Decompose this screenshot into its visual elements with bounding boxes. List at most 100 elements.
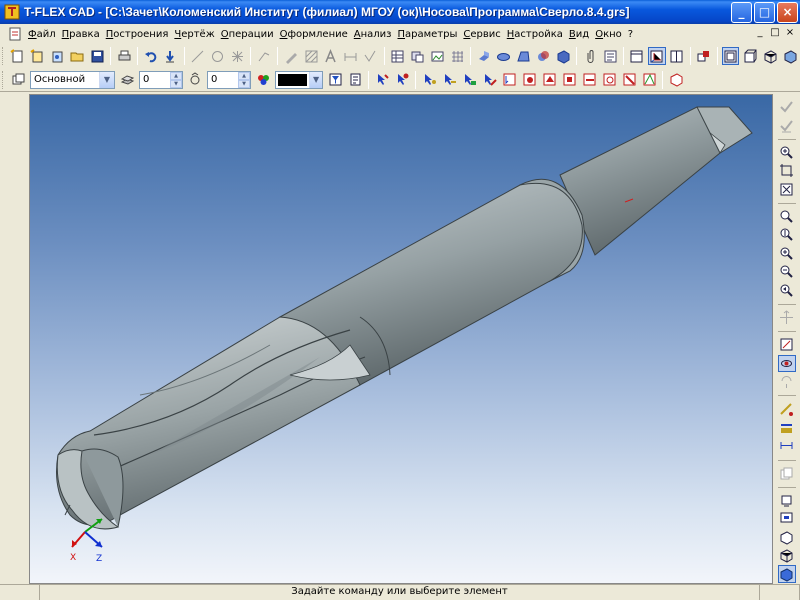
filter-3-button[interactable] [460, 71, 478, 89]
view-mode-2-button[interactable] [741, 47, 759, 65]
hidden-lines-button[interactable] [778, 529, 796, 546]
layer-icon-button[interactable] [9, 71, 27, 89]
zoom-plus-button[interactable] [778, 245, 796, 262]
fit-all-button[interactable] [778, 181, 796, 198]
doc-restore-button[interactable]: □ [769, 27, 781, 39]
save-button[interactable] [88, 47, 106, 65]
orbit-button[interactable] [777, 354, 796, 373]
menu-window[interactable]: Окно [592, 29, 625, 40]
level-spinner[interactable]: 0 ▲ ▼ [139, 70, 183, 89]
filter-6-button[interactable] [520, 71, 538, 89]
filter-settings-button[interactable] [667, 71, 685, 89]
new-2d-button[interactable] [9, 47, 27, 65]
fragment-button[interactable] [408, 47, 426, 65]
spin-down-icon[interactable]: ▼ [238, 79, 250, 88]
doc-close-button[interactable]: × [784, 27, 796, 39]
filter-8-button[interactable] [560, 71, 578, 89]
spin-up-icon[interactable]: ▲ [170, 71, 182, 80]
spin-up-icon[interactable]: ▲ [238, 71, 250, 80]
color-select[interactable]: ▼ [275, 70, 323, 89]
filter-10-button[interactable] [600, 71, 618, 89]
new-assembly-button[interactable] [49, 47, 67, 65]
drill-model[interactable]: X Z [30, 95, 773, 584]
zoom-minus-button[interactable] [778, 263, 796, 280]
menu-service[interactable]: Сервис [460, 29, 503, 40]
menu-analysis[interactable]: Анализ [351, 29, 395, 40]
measure-button[interactable] [778, 400, 796, 417]
view-mode-3-button[interactable] [761, 47, 779, 65]
3d-viewport[interactable]: X Z [29, 94, 773, 584]
import-button[interactable] [162, 47, 180, 65]
document-icon[interactable] [8, 27, 22, 41]
graphic-line-button[interactable] [282, 47, 300, 65]
model-tree-button[interactable] [695, 47, 713, 65]
doc-minimize-button[interactable]: _ [754, 27, 766, 39]
level-icon-button[interactable] [118, 71, 136, 89]
sketch-button[interactable] [255, 47, 273, 65]
chevron-down-icon[interactable]: ▼ [309, 71, 322, 88]
copy-view-button[interactable] [778, 465, 796, 482]
window-2d-button[interactable] [628, 47, 646, 65]
menu-format[interactable]: Оформление [277, 29, 351, 40]
toolbar-grip-2[interactable] [2, 70, 5, 89]
zoom-previous-button[interactable] [778, 281, 796, 298]
zoom-in-button[interactable] [778, 144, 796, 161]
picture-button[interactable] [428, 47, 446, 65]
menu-edit[interactable]: Правка [59, 29, 103, 40]
finish-button[interactable] [778, 98, 796, 115]
select-elements-button[interactable] [373, 71, 391, 89]
maximize-button[interactable]: □ [754, 1, 775, 23]
view-mode-4-button[interactable] [781, 47, 799, 65]
select-faces-button[interactable] [393, 71, 411, 89]
color-icon-button[interactable] [254, 71, 272, 89]
view-mode-1-button[interactable] [721, 47, 740, 65]
menu-operations[interactable]: Операции [218, 29, 277, 40]
extrude-button[interactable] [475, 47, 493, 65]
solid-button[interactable] [554, 47, 572, 65]
line-button[interactable] [189, 47, 207, 65]
filter-12-button[interactable] [640, 71, 658, 89]
layer-select[interactable]: Основной ▼ [30, 70, 115, 89]
filter-11-button[interactable] [620, 71, 638, 89]
zoom-frame-button[interactable] [778, 162, 796, 179]
distance-button[interactable] [778, 437, 796, 454]
menu-drawing[interactable]: Чертёж [171, 29, 217, 40]
finish-pen-button[interactable] [778, 116, 796, 133]
filter-9-button[interactable] [580, 71, 598, 89]
priority-icon-button[interactable] [186, 71, 204, 89]
wireframe-button[interactable] [778, 547, 796, 564]
print-button[interactable] [115, 47, 133, 65]
priority-spinner[interactable]: 0 ▲ ▼ [207, 70, 251, 89]
text-button[interactable] [322, 47, 340, 65]
window-split-button[interactable] [668, 47, 686, 65]
menu-settings[interactable]: Настройка [504, 29, 566, 40]
menu-help[interactable]: ? [625, 29, 636, 40]
display-settings-button[interactable] [778, 510, 796, 527]
zoom-window-button[interactable] [778, 208, 796, 225]
loft-button[interactable] [515, 47, 533, 65]
toolbar-grip[interactable] [2, 47, 5, 65]
menu-file[interactable]: Файл [25, 29, 59, 40]
chevron-down-icon[interactable]: ▼ [99, 71, 114, 88]
section-button[interactable] [778, 419, 796, 436]
filter-button[interactable] [326, 71, 344, 89]
pan-button[interactable] [778, 309, 796, 326]
close-button[interactable]: × [777, 1, 798, 23]
menu-construct[interactable]: Построения [103, 29, 172, 40]
table-button[interactable] [389, 47, 407, 65]
filter-5-button[interactable] [500, 71, 518, 89]
open-button[interactable] [69, 47, 87, 65]
dimension-button[interactable] [342, 47, 360, 65]
shaded-button[interactable] [777, 565, 796, 583]
attach-button[interactable] [581, 47, 599, 65]
new-3d-button[interactable] [29, 47, 47, 65]
menu-view[interactable]: Вид [566, 29, 592, 40]
zoom-dynamic-button[interactable] [778, 226, 796, 243]
window-3d-button[interactable] [647, 47, 666, 65]
node-button[interactable] [229, 47, 247, 65]
rotate-op-button[interactable] [495, 47, 513, 65]
grid-button[interactable] [448, 47, 466, 65]
circle-button[interactable] [209, 47, 227, 65]
filter-2-button[interactable] [440, 71, 458, 89]
properties-button[interactable] [346, 71, 364, 89]
